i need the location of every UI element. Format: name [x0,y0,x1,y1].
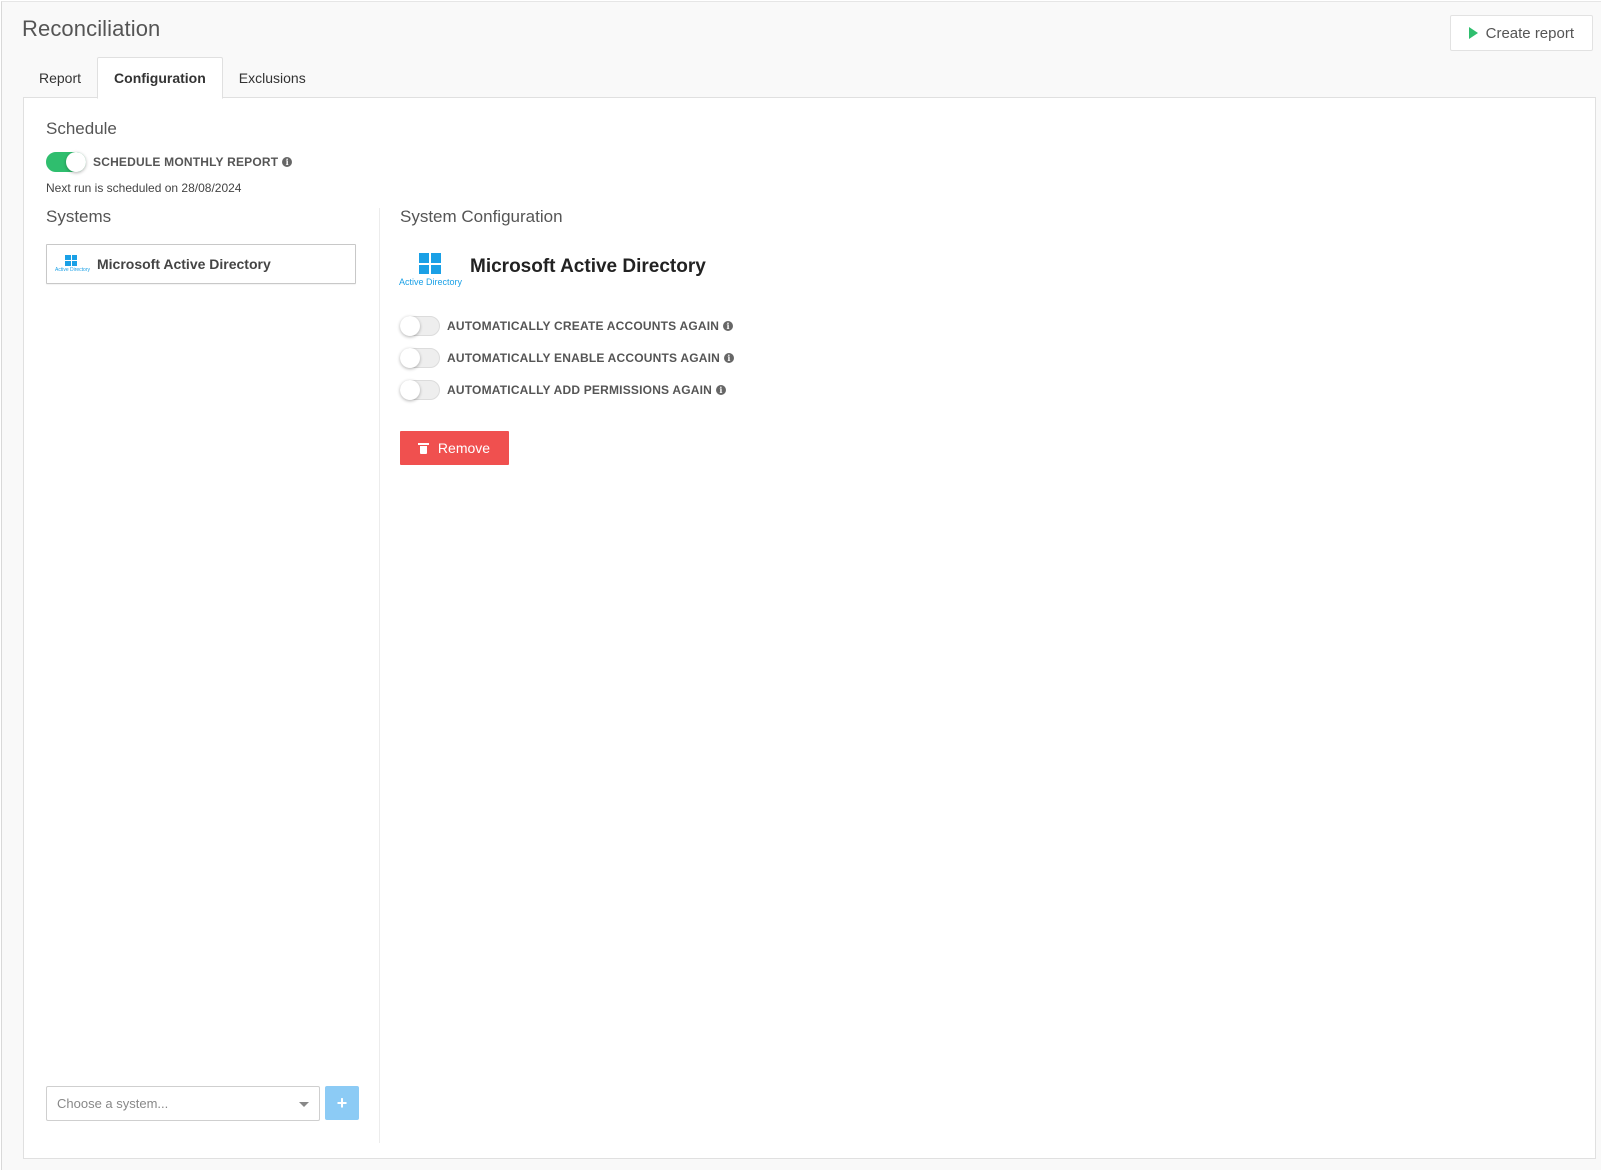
tab-report[interactable]: Report [23,58,97,98]
auto-create-accounts-label: AUTOMATICALLY CREATE ACCOUNTS AGAIN i [447,319,734,333]
auto-enable-accounts-label: AUTOMATICALLY ENABLE ACCOUNTS AGAIN i [447,351,735,365]
remove-button[interactable]: Remove [400,431,509,465]
system-item-active-directory[interactable]: Active Directory Microsoft Active Direct… [46,244,356,284]
info-icon[interactable]: i [716,385,727,395]
windows-logo-icon: Active Directory [55,253,91,275]
info-icon[interactable]: i [724,353,735,363]
toggle-knob [400,316,420,336]
tab-configuration[interactable]: Configuration [97,57,223,99]
auto-add-permissions-label: AUTOMATICALLY ADD PERMISSIONS AGAIN i [447,383,727,397]
logo-caption: Active Directory [399,277,463,287]
tab-bar: Report Configuration Exclusions [23,56,322,99]
info-icon[interactable]: i [723,321,734,331]
tab-exclusions[interactable]: Exclusions [223,58,322,98]
windows-logo-icon: Active Directory [399,253,465,291]
auto-add-permissions-toggle[interactable] [400,380,440,400]
system-item-label: Microsoft Active Directory [97,256,271,272]
configuration-panel: Schedule SCHEDULE MONTHLY REPORT i Next … [23,97,1596,1159]
schedule-monthly-label-text: SCHEDULE MONTHLY REPORT [93,155,279,169]
create-report-label: Create report [1485,24,1574,42]
schedule-monthly-toggle[interactable] [46,152,86,172]
toggle-knob [66,152,86,172]
page-title: Reconciliation [22,16,161,41]
auto-enable-accounts-toggle[interactable] [400,348,440,368]
column-divider [379,208,380,1143]
system-name: Microsoft Active Directory [470,256,706,277]
choose-system-select[interactable]: Choose a system... [46,1086,320,1121]
auto-add-permissions-label-text: AUTOMATICALLY ADD PERMISSIONS AGAIN [447,383,713,397]
toggle-knob [400,380,420,400]
auto-enable-accounts-label-text: AUTOMATICALLY ENABLE ACCOUNTS AGAIN [447,351,721,365]
info-icon[interactable]: i [282,157,293,167]
schedule-title: Schedule [46,119,117,138]
choose-system-placeholder: Choose a system... [57,1096,169,1111]
next-run-text: Next run is scheduled on 28/08/2024 [46,181,242,195]
logo-caption: Active Directory [55,267,91,273]
system-config-title: System Configuration [400,207,563,226]
auto-create-accounts-label-text: AUTOMATICALLY CREATE ACCOUNTS AGAIN [447,319,720,333]
play-icon [1468,27,1478,39]
toggle-knob [400,348,420,368]
schedule-monthly-label: SCHEDULE MONTHLY REPORT i [93,155,293,169]
add-system-button[interactable]: + [325,1086,359,1120]
auto-create-accounts-toggle[interactable] [400,316,440,336]
chevron-down-icon [299,1102,309,1107]
create-report-button[interactable]: Create report [1449,15,1593,51]
systems-title: Systems [46,207,112,226]
plus-icon: + [336,1092,348,1113]
reconciliation-page: Reconciliation Create report Report Conf… [1,1,1601,1170]
trash-icon [417,442,429,454]
remove-label: Remove [437,440,491,456]
